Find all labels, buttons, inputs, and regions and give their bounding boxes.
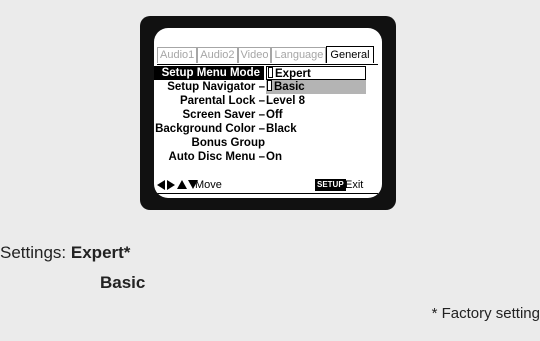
right-arrow-icon [167,180,175,190]
menu-value: On [266,151,282,163]
menu-row-screen-saver[interactable]: Screen Saver – Off [154,108,382,122]
menu-label: Parental Lock – [179,95,265,107]
settings-option-basic: Basic [100,273,146,292]
move-label: Move [195,179,222,191]
menu-label: Bonus Group [191,137,265,149]
settings-label: Settings: [0,243,67,262]
menu-value: Black [266,123,297,135]
menu-label: Setup Menu Mode [154,66,264,80]
left-arrow-icon [157,180,165,190]
menu-value: Level 8 [266,95,305,107]
option-basic[interactable]: Basic [266,80,366,94]
menu-row-setup-menu-mode[interactable]: Setup Menu Mode Expert [154,66,382,80]
panel-top-border [157,64,378,65]
menu-row-bonus-group[interactable]: Bonus Group [154,136,382,150]
up-arrow-icon [177,180,187,189]
panel-bottom-border [157,193,378,194]
navigation-arrows [157,180,198,190]
exit-label: Exit [345,179,364,191]
menu-row-parental-lock[interactable]: Parental Lock – Level 8 [154,94,382,108]
tab-video[interactable]: Video [237,47,272,63]
menu-value: Off [266,109,283,121]
settings-caption: Settings: Expert* [0,243,130,263]
factory-setting-note: * Factory setting [431,305,540,322]
menu-label: Background Color – [155,123,265,135]
menu-row-background-color[interactable]: Background Color – Black [154,122,382,136]
option-expert[interactable]: Expert [266,66,366,80]
tab-general[interactable]: General [326,46,374,63]
option-expert-label: Expert [275,68,311,80]
option-marker [268,67,273,78]
menu-row-setup-navigator[interactable]: Setup Navigator – Basic [154,80,382,94]
tab-language[interactable]: Language [271,47,327,63]
tab-bar: Audio1 Audio2 Video Language General [157,46,374,63]
menu-footer: Move SETUP Exit [157,178,378,192]
tv-screen: Audio1 Audio2 Video Language General Set… [154,28,382,198]
setup-button-badge[interactable]: SETUP [315,179,346,191]
menu-row-auto-disc-menu[interactable]: Auto Disc Menu – On [154,150,382,164]
setup-menu: Setup Menu Mode Expert Setup Navigator –… [154,66,382,164]
menu-label: Setup Navigator – [167,81,265,93]
menu-label: Screen Saver – [182,109,265,121]
menu-label: Auto Disc Menu – [168,151,265,163]
option-basic-label: Basic [274,81,305,93]
settings-option-expert: Expert* [70,243,131,262]
option-marker [267,80,272,91]
tab-audio2[interactable]: Audio2 [197,47,238,63]
tab-audio1[interactable]: Audio1 [157,47,198,63]
